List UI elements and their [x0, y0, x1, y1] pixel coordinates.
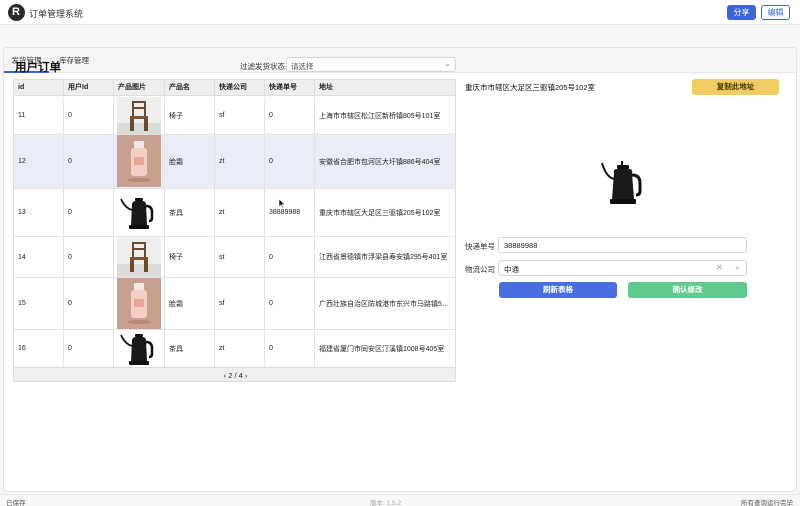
chair-product-image — [117, 237, 161, 277]
carrier-value: 中通 — [504, 265, 519, 274]
cell-id: 14 — [14, 237, 64, 277]
cell-address: 上海市市辖区松江区新桥镇805号101室 — [319, 112, 441, 120]
confirm-edit-button[interactable]: 确认修改 — [628, 282, 747, 298]
cell-user-id: 0 — [64, 189, 114, 236]
column-header-product[interactable]: 产品名 — [165, 80, 215, 96]
logo-letter: R — [12, 6, 20, 18]
cell-company: sf — [215, 97, 265, 134]
cell-tracking-number: 0 — [265, 330, 315, 367]
table-row[interactable]: 14 0 椅子 st 0 江西省景德镇市浮梁县寿安镇295号401室 — [14, 237, 455, 278]
table-row[interactable]: 16 0 茶具 zt 0 福建省厦门市同安区汀溪镇1008号405室 — [14, 330, 455, 368]
cell-tracking-number: 0 — [265, 135, 315, 188]
cell-user-id: 0 — [64, 97, 114, 134]
edit-button[interactable]: 编辑 — [761, 5, 790, 20]
cell-product-image — [114, 135, 165, 188]
table-row[interactable]: 12 0 脸霜 zt 0 安徽省合肥市包河区大圩镇886号404室 — [14, 135, 455, 189]
tracking-number-input[interactable]: 38889988 — [498, 237, 747, 253]
cell-user-id: 0 — [64, 237, 114, 277]
cell-id: 13 — [14, 189, 64, 236]
cell-tracking-number: 0 — [265, 278, 315, 329]
cell-address: 福建省厦门市同安区汀溪镇1008号405室 — [319, 345, 445, 353]
cell-product-name: 椅子 — [165, 97, 215, 134]
cell-product-image — [114, 97, 165, 134]
orders-title: 用户订单 — [15, 62, 61, 74]
chevron-down-icon: ⌄ — [444, 59, 451, 68]
cell-address: 广西壮族自治区防城港市东兴市马路镇5… — [319, 300, 449, 308]
bottle-product-image — [117, 278, 161, 329]
bottle-product-image — [117, 135, 161, 188]
column-header-image[interactable]: 产品图片 — [114, 80, 165, 96]
table-row[interactable]: 11 0 椅子 sf 0 上海市市辖区松江区新桥镇805号101室 — [14, 97, 455, 135]
chair-product-image — [117, 97, 161, 134]
cell-id: 16 — [14, 330, 64, 367]
tracking-number-value: 38889988 — [504, 241, 538, 250]
column-header-company[interactable]: 快递公司 — [215, 80, 265, 96]
chevron-down-icon[interactable]: ⌄ — [734, 262, 741, 271]
cell-product-name: 脸霜 — [165, 278, 215, 329]
carrier-label: 物流公司 — [465, 265, 495, 274]
column-header-user-id[interactable]: 用户Id — [64, 80, 114, 96]
column-header-address[interactable]: 地址 — [315, 80, 455, 96]
cell-product-image — [114, 237, 165, 277]
table-row[interactable]: 13 0 茶具 zt 38889988 重庆市市辖区大足区三驱镇205号102室 — [14, 189, 455, 237]
refresh-table-button[interactable]: 刷新表格 — [499, 282, 617, 298]
kettle-product-image — [117, 189, 161, 236]
cell-address: 安徽省合肥市包河区大圩镇886号404室 — [319, 158, 441, 166]
cell-company: st — [215, 237, 265, 277]
app-logo: R — [8, 4, 25, 21]
filter-label: 过滤发货状态 — [240, 62, 285, 71]
cell-company: zt — [215, 135, 265, 188]
cell-id: 15 — [14, 278, 64, 329]
cell-product-name: 茶具 — [165, 189, 215, 236]
app-title: 订单管理系统 — [29, 9, 84, 19]
filter-placeholder: 请选择 — [291, 62, 314, 71]
save-status: 已保存 — [6, 500, 26, 506]
cell-address: 重庆市市辖区大足区三驱镇205号102室 — [319, 209, 441, 217]
orders-table: id 用户Id 产品图片 产品名 快递公司 快递单号 地址 11 0 椅子 sf 0 上海… — [13, 79, 456, 382]
cell-product-name: 茶具 — [165, 330, 215, 367]
carrier-select[interactable]: 中通 ✕ ⌄ — [498, 260, 747, 276]
cell-tracking-number: 0 — [265, 237, 315, 277]
table-header: id 用户Id 产品图片 产品名 快递公司 快递单号 地址 — [14, 80, 455, 96]
cell-company: zt — [215, 330, 265, 367]
cell-id: 12 — [14, 135, 64, 188]
mouse-cursor-icon — [278, 198, 286, 209]
selected-address: 重庆市市辖区大足区三驱镇205号102室 — [465, 83, 596, 92]
cell-user-id: 0 — [64, 278, 114, 329]
cell-product-name: 脸霜 — [165, 135, 215, 188]
cell-user-id: 0 — [64, 330, 114, 367]
top-bar: R 订单管理系统 分享 编辑 — [0, 0, 800, 25]
version-text: 版本: 1.5.2 — [370, 500, 402, 506]
cell-id: 11 — [14, 97, 64, 134]
kettle-product-image — [117, 330, 161, 367]
cell-user-id: 0 — [64, 135, 114, 188]
pagination[interactable]: ‹ 2 / 4 › — [14, 367, 455, 381]
table-row[interactable]: 15 0 脸霜 sf 0 广西壮族自治区防城港市东兴市马路镇5… — [14, 278, 455, 330]
cell-company: zt — [215, 189, 265, 236]
status-bar: 已保存 版本: 1.5.2 所有查询运行完毕 — [0, 494, 800, 506]
query-status: 所有查询运行完毕 — [741, 500, 793, 506]
cell-company: sf — [215, 278, 265, 329]
column-header-tracking[interactable]: 快递单号 — [265, 80, 315, 96]
kettle-product-image — [601, 161, 642, 204]
column-header-id[interactable]: id — [14, 80, 64, 96]
cell-product-image — [114, 330, 165, 367]
cell-product-image — [114, 189, 165, 236]
cell-tracking-number: 0 — [265, 97, 315, 134]
clear-icon[interactable]: ✕ — [716, 263, 723, 272]
share-button[interactable]: 分享 — [727, 5, 756, 20]
tracking-number-label: 快递单号 — [465, 242, 495, 251]
cell-product-name: 椅子 — [165, 237, 215, 277]
copy-address-button[interactable]: 复制此地址 — [692, 79, 779, 95]
filter-status-select[interactable]: 请选择 ⌄ — [286, 57, 456, 72]
cell-product-image — [114, 278, 165, 329]
cell-tracking-number: 38889988 — [265, 189, 315, 236]
cell-address: 江西省景德镇市浮梁县寿安镇295号401室 — [319, 254, 448, 261]
